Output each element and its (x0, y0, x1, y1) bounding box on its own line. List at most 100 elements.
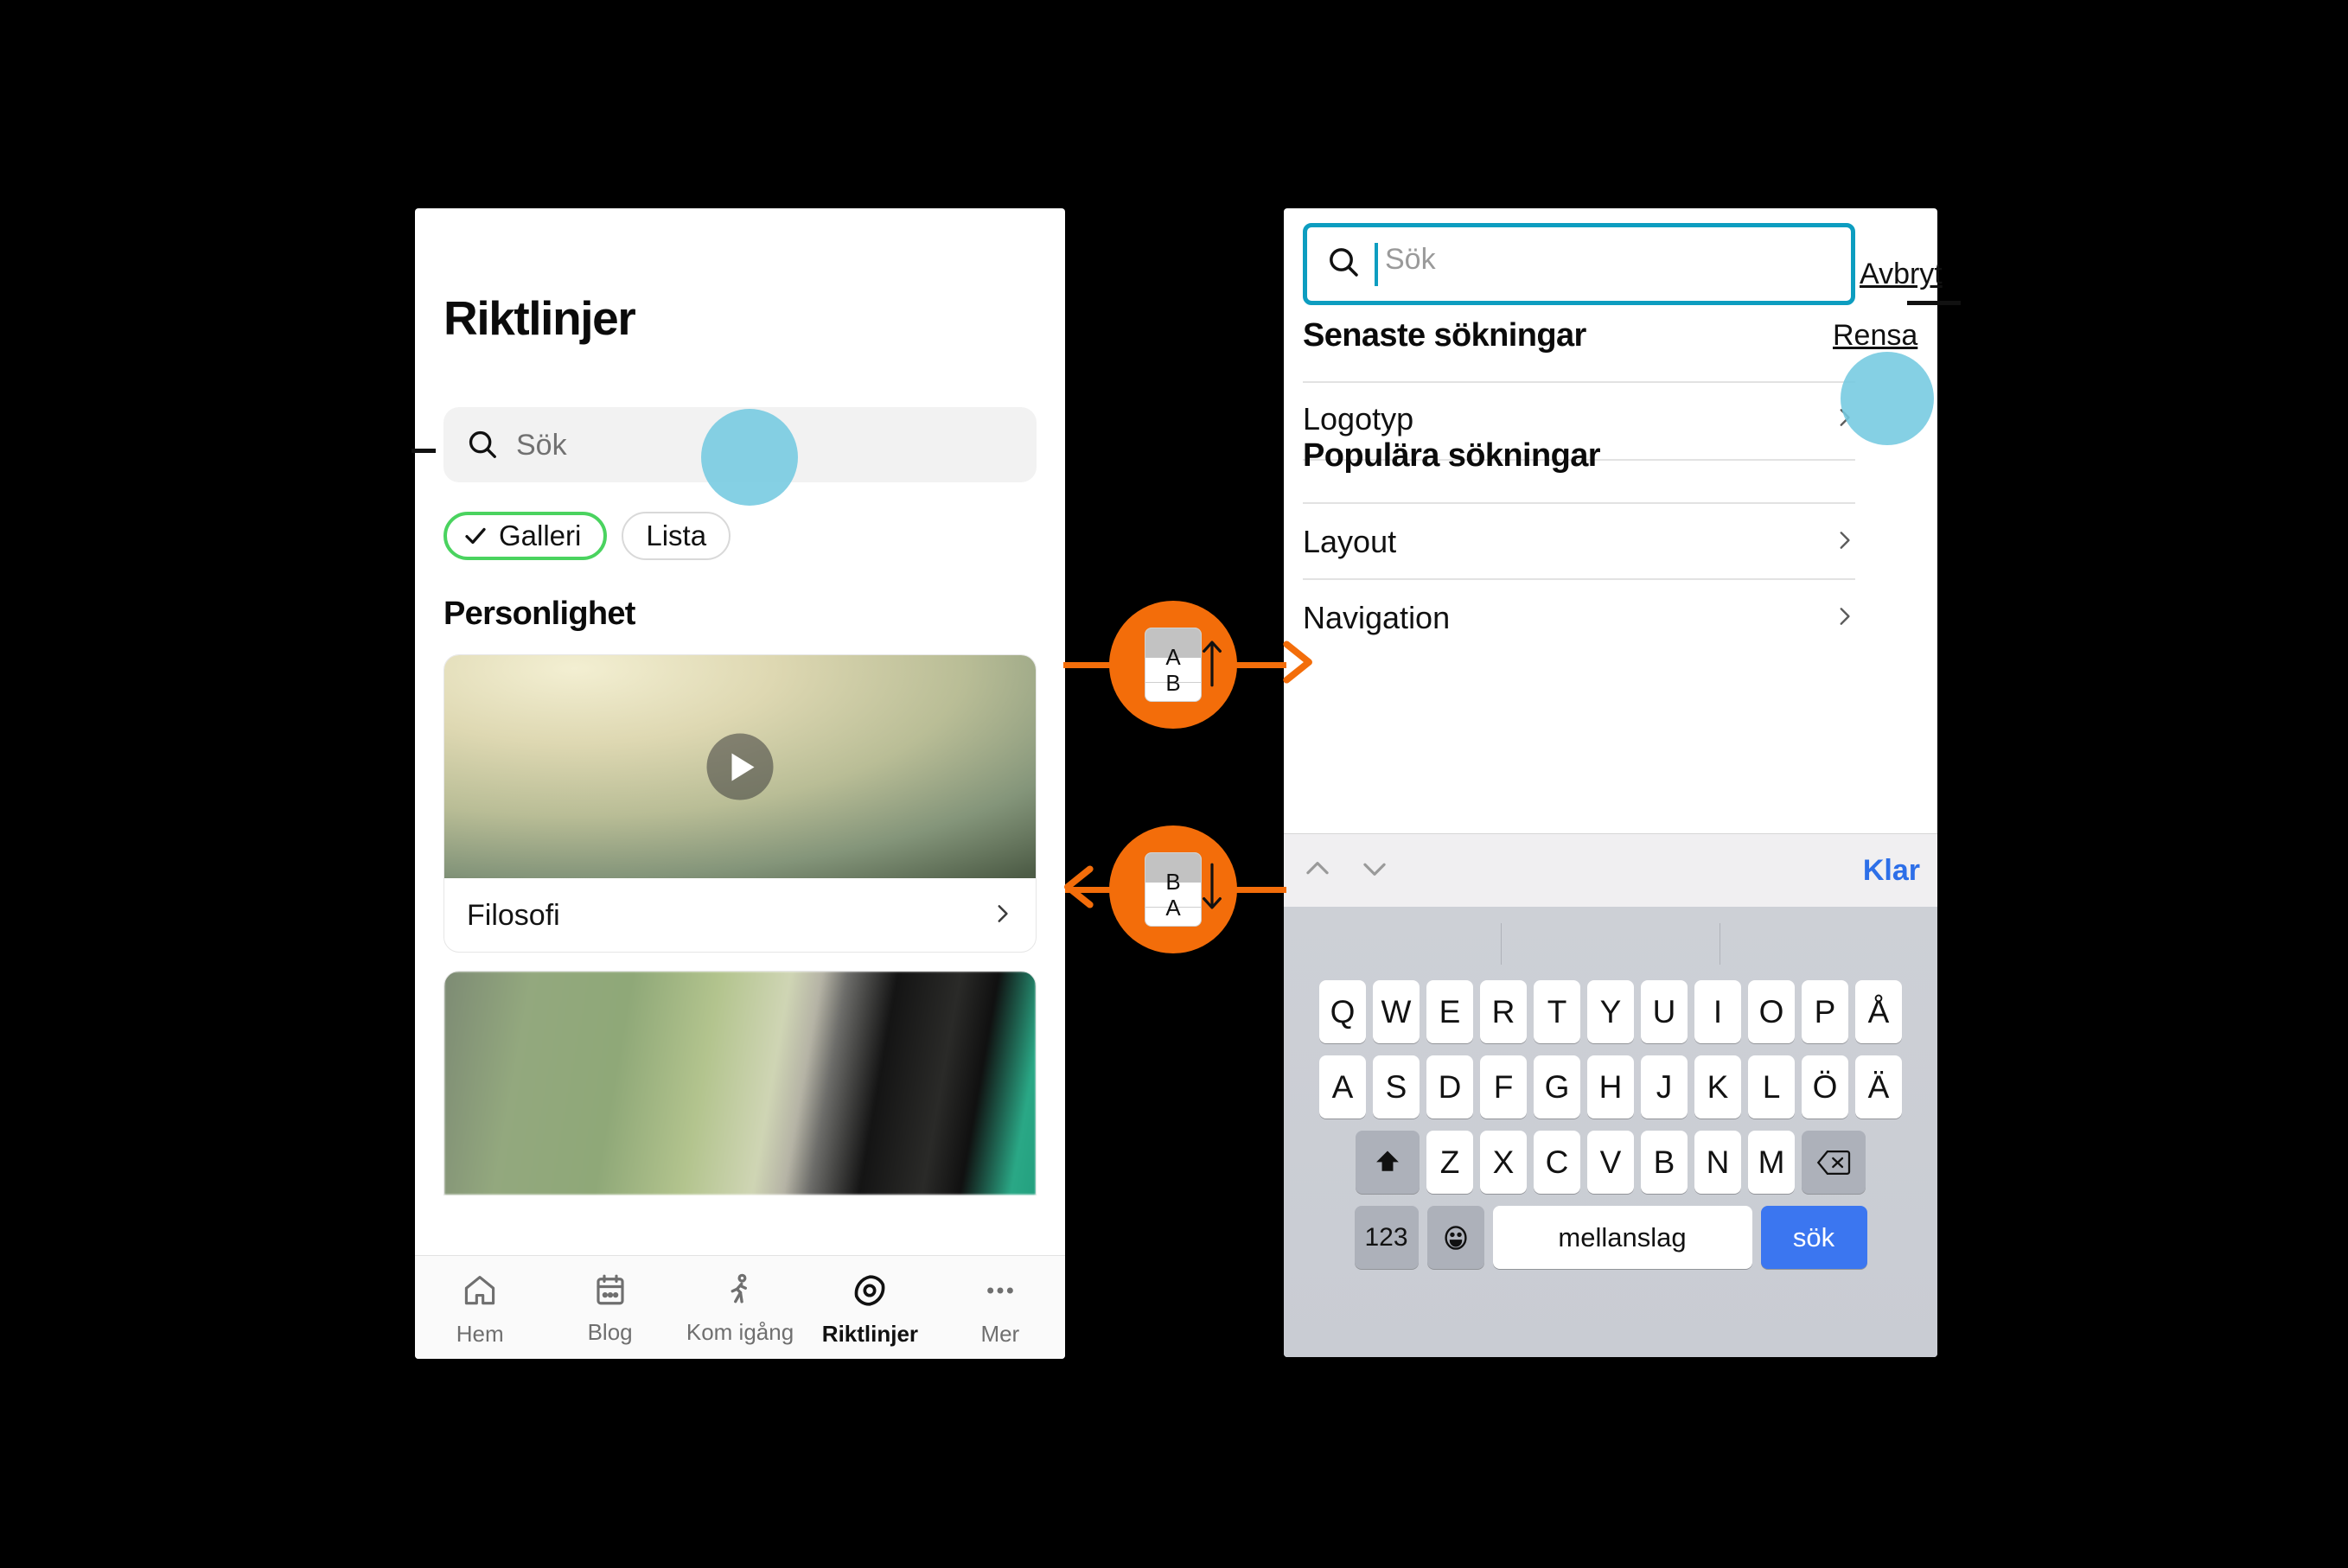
search-placeholder: Sök (1385, 243, 1436, 276)
chip-lista-label: Lista (646, 519, 707, 551)
chevron-right-icon (1833, 529, 1855, 556)
popular-searches-heading: Populära sökningar (1303, 437, 1601, 474)
bottom-tab-bar: Hem Blog Kom igång Riktlinjer Mer (415, 1255, 1065, 1359)
key-Ö[interactable]: Ö (1802, 1055, 1848, 1119)
key-Y[interactable]: Y (1587, 980, 1634, 1043)
eye-target-icon (851, 1272, 889, 1314)
key-V[interactable]: V (1587, 1131, 1634, 1194)
search-icon (466, 428, 499, 465)
measurement-tick-right (1907, 301, 1961, 305)
key-D[interactable]: D (1426, 1055, 1473, 1119)
badge-letter-top: B (1165, 869, 1181, 895)
calendar-icon (592, 1272, 628, 1312)
key-I[interactable]: I (1694, 980, 1741, 1043)
divider (1303, 578, 1855, 580)
tab-hem[interactable]: Hem (415, 1272, 545, 1348)
key-E[interactable]: E (1426, 980, 1473, 1043)
keyboard-done-button[interactable]: Klar (1863, 854, 1920, 888)
left-phone-screen: Riktlinjer Sök Galleri Lista Personlighe… (415, 208, 1065, 1359)
card-row-filosofi[interactable]: Filosofi (444, 878, 1036, 952)
search-placeholder: Sök (516, 429, 567, 462)
key-F[interactable]: F (1480, 1055, 1527, 1119)
tab-kom-igang[interactable]: Kom igång (675, 1272, 805, 1346)
key-L[interactable]: L (1748, 1055, 1795, 1119)
divider (1303, 381, 1855, 383)
space-key[interactable]: mellanslag (1492, 1206, 1752, 1269)
tab-riktlinjer[interactable]: Riktlinjer (805, 1272, 935, 1348)
key-J[interactable]: J (1641, 1055, 1688, 1119)
key-G[interactable]: G (1534, 1055, 1580, 1119)
card-label: Filosofi (467, 898, 560, 932)
clear-recent-button[interactable]: Rensa (1833, 319, 1937, 353)
tab-mer[interactable]: Mer (935, 1272, 1065, 1348)
key-O[interactable]: O (1748, 980, 1795, 1043)
reorder-down-badge: B A (1109, 825, 1237, 953)
badge-letter-bottom: B (1165, 670, 1181, 696)
list-item-label: Navigation (1303, 600, 1451, 635)
key-A[interactable]: A (1319, 1055, 1366, 1119)
search-input[interactable]: Sök (1303, 223, 1855, 305)
chip-galleri[interactable]: Galleri (443, 512, 608, 560)
keyboard-accessory-bar: Klar (1284, 833, 1937, 907)
key-M[interactable]: M (1748, 1131, 1795, 1194)
view-toggle-group: Galleri Lista (443, 512, 731, 560)
keyboard-row-3: ZXCVBNM (1284, 1131, 1937, 1194)
chevron-up-icon[interactable] (1301, 852, 1334, 889)
tab-blog[interactable]: Blog (545, 1272, 674, 1346)
key-W[interactable]: W (1373, 980, 1420, 1043)
tab-label: Hem (456, 1321, 504, 1347)
touch-indicator-left (701, 409, 798, 506)
key-Å[interactable]: Å (1855, 980, 1902, 1043)
card-stack-icon: A B (1145, 628, 1201, 701)
text-caret (1375, 243, 1378, 286)
key-C[interactable]: C (1534, 1131, 1580, 1194)
smiley-face-icon[interactable] (1426, 1206, 1484, 1269)
key-N[interactable]: N (1694, 1131, 1741, 1194)
ellipsis-icon (981, 1272, 1019, 1314)
reorder-up-badge: A B (1109, 601, 1237, 729)
key-T[interactable]: T (1534, 980, 1580, 1043)
numbers-key[interactable]: 123 (1354, 1206, 1419, 1269)
cancel-button[interactable]: Avbryt (1860, 258, 1943, 291)
chevron-down-icon[interactable] (1358, 852, 1391, 889)
measurement-tick-left (412, 449, 436, 453)
search-icon (1326, 245, 1361, 284)
key-X[interactable]: X (1480, 1131, 1527, 1194)
badge-letter-bottom: A (1165, 895, 1181, 921)
key-Ä[interactable]: Ä (1855, 1055, 1902, 1119)
badge-letter-top: A (1165, 644, 1181, 670)
key-R[interactable]: R (1480, 980, 1527, 1043)
play-icon[interactable] (706, 733, 774, 800)
key-P[interactable]: P (1802, 980, 1848, 1043)
list-item-layout[interactable]: Layout (1303, 516, 1855, 568)
keyboard-row-1: QWERTYUIOPÅ (1284, 980, 1937, 1043)
video-thumbnail[interactable] (444, 655, 1036, 878)
chevron-right-icon (1833, 605, 1855, 632)
touch-indicator-right (1841, 352, 1934, 445)
right-phone-screen: Sök Senaste sökningar Rensa Logotyp Popu… (1284, 208, 1937, 1357)
chevron-right-icon (991, 902, 1013, 929)
arrow-up-icon (1199, 638, 1225, 692)
card-filosofi[interactable]: Filosofi (443, 654, 1037, 953)
search-return-key[interactable]: sök (1760, 1206, 1867, 1269)
arrow-head-left-icon (1056, 860, 1110, 918)
image-thumbnail[interactable] (444, 972, 1036, 1195)
key-S[interactable]: S (1373, 1055, 1420, 1119)
key-Z[interactable]: Z (1426, 1131, 1473, 1194)
walking-person-icon (722, 1272, 758, 1312)
tab-label: Mer (980, 1321, 1020, 1347)
keyboard-row-4: 123 mellanslag sök (1284, 1206, 1937, 1269)
key-K[interactable]: K (1694, 1055, 1741, 1119)
shift-key[interactable] (1356, 1131, 1420, 1194)
page-title: Riktlinjer (443, 291, 636, 345)
chip-lista[interactable]: Lista (622, 512, 731, 560)
key-U[interactable]: U (1641, 980, 1688, 1043)
card-second[interactable] (443, 971, 1037, 1195)
key-H[interactable]: H (1587, 1055, 1634, 1119)
recent-searches-heading: Senaste sökningar (1303, 317, 1586, 354)
key-Q[interactable]: Q (1319, 980, 1366, 1043)
key-B[interactable]: B (1641, 1131, 1688, 1194)
backspace-key[interactable] (1802, 1131, 1866, 1194)
tab-label: Riktlinjer (821, 1321, 919, 1347)
list-item-navigation[interactable]: Navigation (1303, 592, 1855, 644)
